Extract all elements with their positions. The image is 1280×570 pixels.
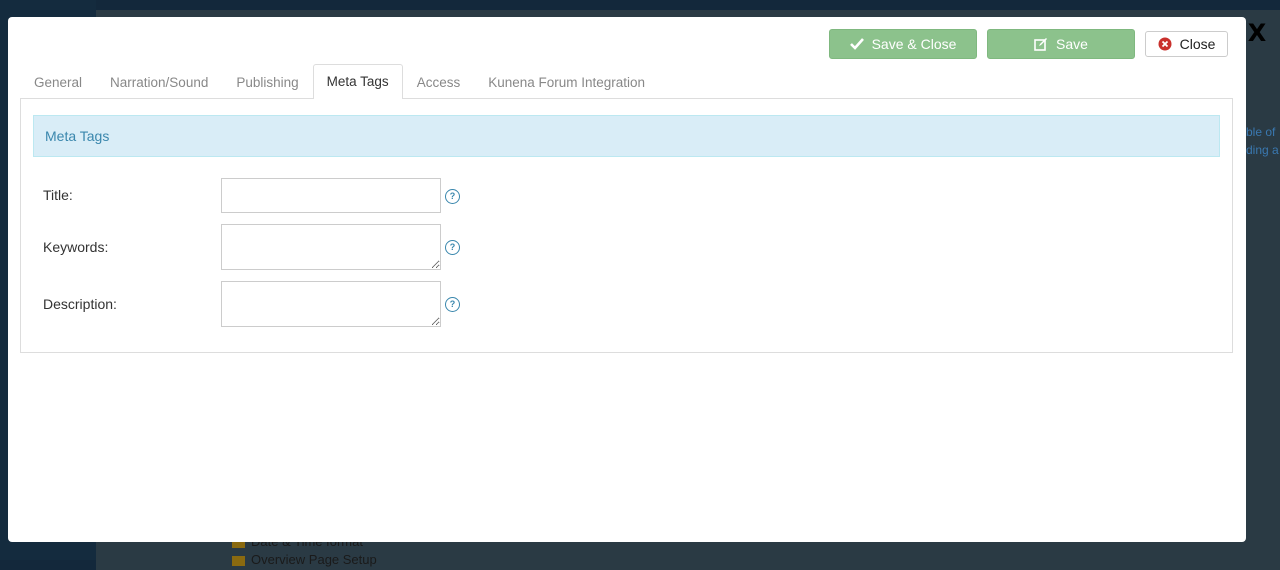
modal-close-x-button[interactable]: X [1246,20,1268,46]
edit-icon [1034,37,1048,51]
background-link-text: ding a [1246,143,1279,157]
title-label: Title: [43,187,73,203]
tab-kunena-forum-integration[interactable]: Kunena Forum Integration [474,65,659,99]
modal-toolbar: Save & Close Save Close [829,29,1228,59]
keywords-label: Keywords: [43,239,109,255]
close-circle-icon [1158,37,1172,51]
help-icon[interactable]: ? [445,240,460,255]
save-label: Save [1056,36,1088,52]
tab-access[interactable]: Access [403,65,475,99]
save-button[interactable]: Save [987,29,1135,59]
edit-modal: Save & Close Save Close General Narratio… [8,17,1246,542]
help-icon[interactable]: ? [445,297,460,312]
tab-narration-sound[interactable]: Narration/Sound [96,65,222,99]
section-header: Meta Tags [33,115,1220,157]
keywords-row: Keywords: ? [43,224,460,270]
title-input[interactable] [221,178,441,213]
checkmark-icon [849,38,864,50]
close-label: Close [1179,36,1216,52]
help-icon[interactable]: ? [445,189,460,204]
save-close-label: Save & Close [871,36,957,52]
background-link-text: ble of [1246,125,1276,139]
description-label: Description: [43,296,117,312]
tab-panel-meta-tags: Meta Tags Title: ? Keywords: ? Descripti… [20,98,1233,353]
title-row: Title: ? [43,178,460,213]
tab-general[interactable]: General [20,65,96,99]
keywords-textarea[interactable] [221,224,441,270]
description-textarea[interactable] [221,281,441,327]
tab-publishing[interactable]: Publishing [222,65,312,99]
close-button[interactable]: Close [1145,31,1228,57]
save-close-button[interactable]: Save & Close [829,29,977,59]
description-row: Description: ? [43,281,460,327]
tab-meta-tags[interactable]: Meta Tags [312,64,403,99]
tab-bar: General Narration/Sound Publishing Meta … [20,64,659,99]
